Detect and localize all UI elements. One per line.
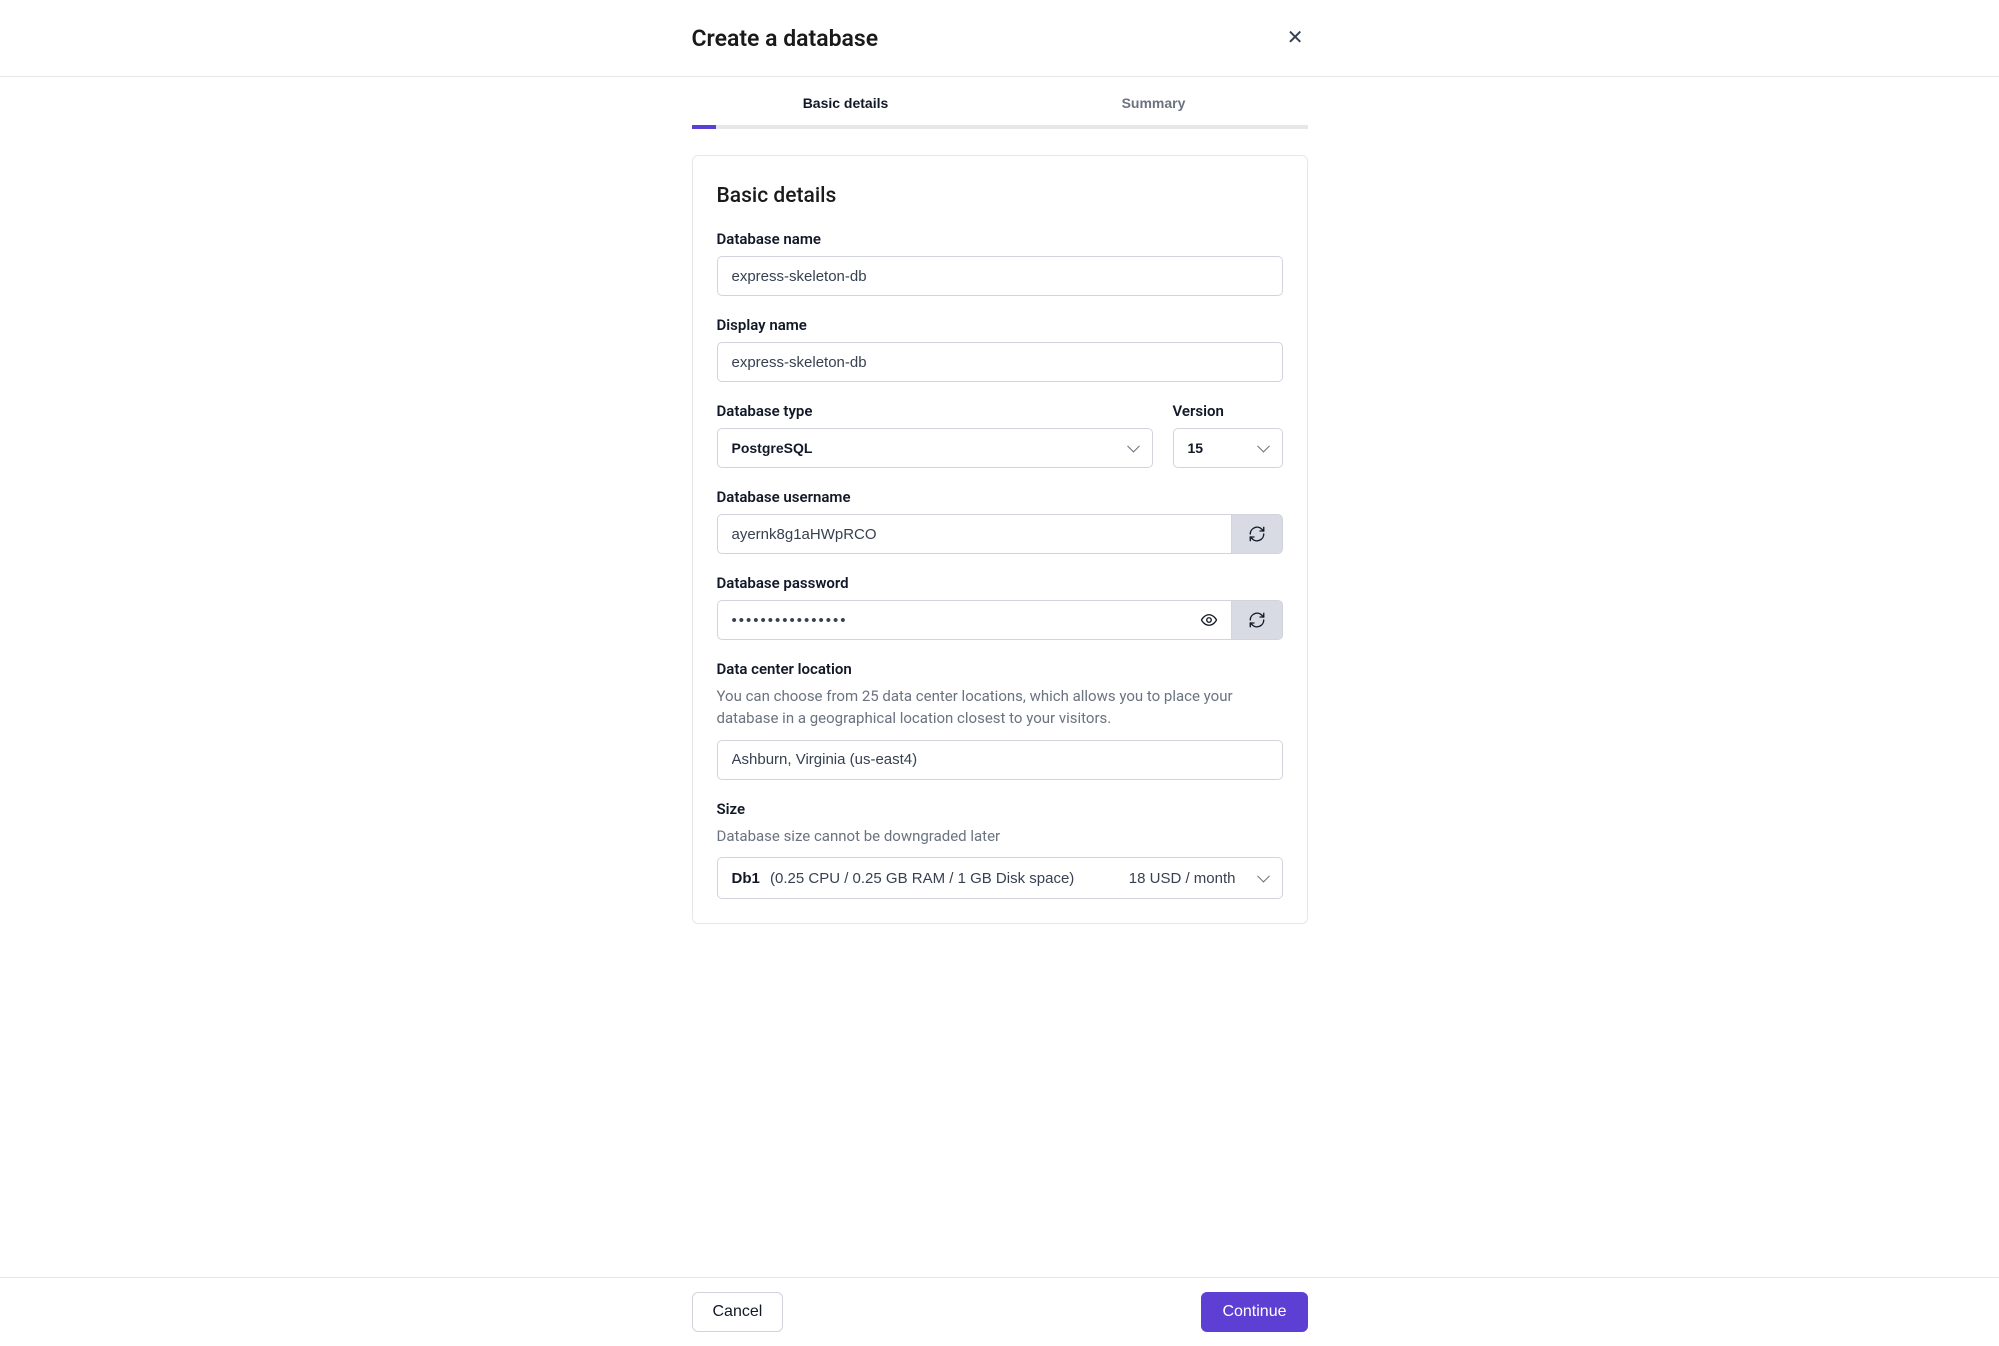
helper-size: Database size cannot be downgraded later [717, 826, 1283, 848]
step-tabs: Basic details Summary [692, 77, 1308, 125]
regenerate-password-button[interactable] [1231, 600, 1283, 640]
modal-header: Create a database ✕ [0, 0, 1999, 77]
label-database-name: Database name [717, 230, 1283, 248]
label-database-username: Database username [717, 488, 1283, 506]
size-select[interactable]: Db1 (0.25 CPU / 0.25 GB RAM / 1 GB Disk … [717, 857, 1283, 899]
continue-button[interactable]: Continue [1201, 1292, 1307, 1332]
basic-details-card: Basic details Database name Display name… [692, 155, 1308, 924]
size-name: Db1 [732, 870, 760, 887]
eye-icon [1200, 611, 1218, 629]
toggle-password-visibility-button[interactable] [1187, 600, 1231, 640]
cancel-button[interactable]: Cancel [692, 1292, 784, 1332]
data-center-location-input[interactable] [717, 740, 1283, 780]
page-title: Create a database [692, 25, 879, 52]
label-database-password: Database password [717, 574, 1283, 592]
label-version: Version [1173, 402, 1283, 420]
close-icon: ✕ [1287, 27, 1304, 49]
display-name-input[interactable] [717, 342, 1283, 382]
progress-track [692, 125, 1308, 129]
database-type-select[interactable]: PostgreSQL [717, 428, 1153, 468]
label-display-name: Display name [717, 316, 1283, 334]
label-size: Size [717, 800, 1283, 818]
database-password-input[interactable] [717, 600, 1187, 640]
tab-summary[interactable]: Summary [1000, 77, 1308, 125]
label-database-type: Database type [717, 402, 1153, 420]
regenerate-username-button[interactable] [1231, 514, 1283, 554]
tab-basic-details[interactable]: Basic details [692, 77, 1000, 125]
size-spec: (0.25 CPU / 0.25 GB RAM / 1 GB Disk spac… [770, 870, 1074, 887]
database-username-input[interactable] [717, 514, 1231, 554]
close-button[interactable]: ✕ [1283, 24, 1308, 52]
refresh-icon [1248, 611, 1266, 629]
refresh-icon [1248, 525, 1266, 543]
modal-footer: Cancel Continue [0, 1277, 1999, 1346]
label-data-center-location: Data center location [717, 660, 1283, 678]
size-price: 18 USD / month [1129, 870, 1236, 887]
database-name-input[interactable] [717, 256, 1283, 296]
section-title: Basic details [717, 184, 1283, 208]
helper-data-center-location: You can choose from 25 data center locat… [717, 686, 1283, 730]
progress-fill [692, 125, 717, 129]
version-select[interactable]: 15 [1173, 428, 1283, 468]
